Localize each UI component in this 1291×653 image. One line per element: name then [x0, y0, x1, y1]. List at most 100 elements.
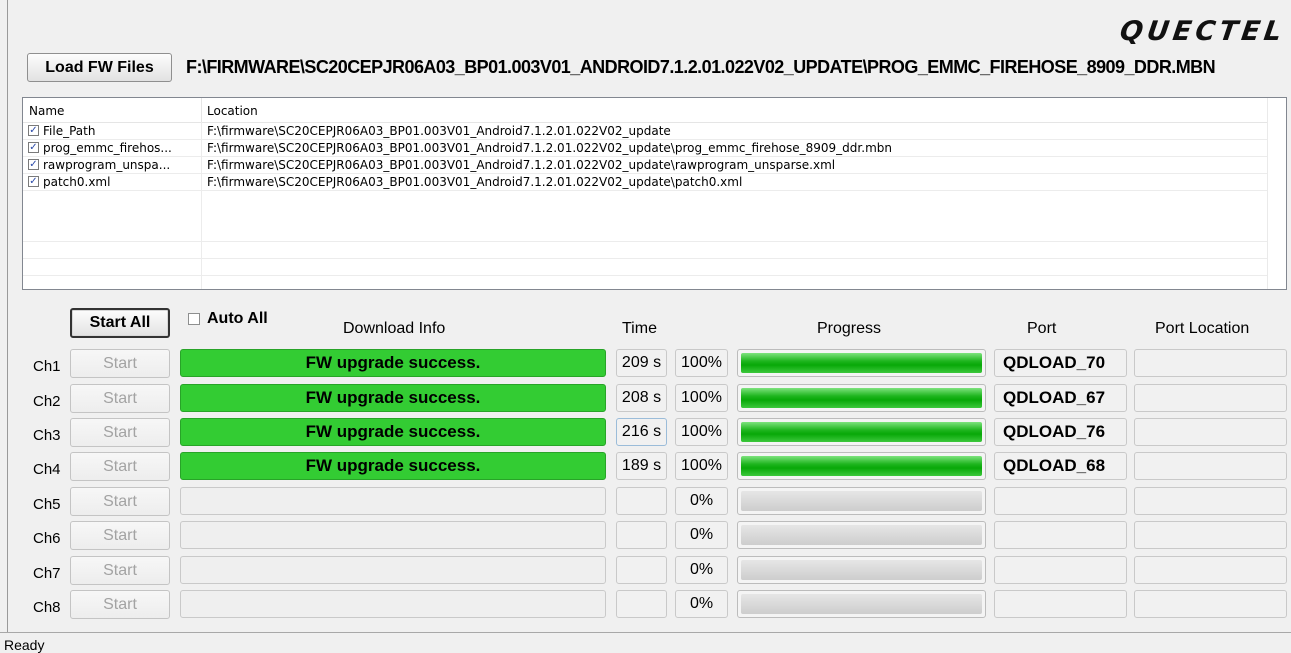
auto-all-label: Auto All: [207, 310, 268, 327]
channel-label: Ch3: [33, 427, 61, 444]
port-location-field: [1134, 384, 1287, 412]
file-location: F:\firmware\SC20CEPJR06A03_BP01.003V01_A…: [207, 158, 836, 172]
file-name: patch0.xml: [43, 175, 111, 189]
progress-fill: [741, 456, 982, 476]
progress-fill: [741, 388, 982, 408]
time-field: 216 s: [616, 418, 667, 446]
percent-field: 0%: [675, 487, 728, 515]
percent-field: 0%: [675, 521, 728, 549]
download-info-field: [180, 487, 606, 515]
download-info-field: FW upgrade success.: [180, 452, 606, 480]
header-progress: Progress: [817, 320, 882, 337]
time-field: [616, 487, 667, 515]
file-location: F:\firmware\SC20CEPJR06A03_BP01.003V01_A…: [207, 124, 671, 138]
file-checkbox[interactable]: ✓: [28, 176, 39, 187]
column-header-location[interactable]: Location: [207, 104, 258, 118]
channel-start-button[interactable]: Start: [70, 487, 170, 516]
window-border: [7, 0, 8, 632]
channel-start-button[interactable]: Start: [70, 521, 170, 550]
file-location: F:\firmware\SC20CEPJR06A03_BP01.003V01_A…: [207, 141, 892, 155]
download-info-field: [180, 590, 606, 618]
percent-field: 100%: [675, 384, 728, 412]
progress-bar: [737, 452, 986, 480]
file-list-row[interactable]: ✓ rawprogram_unspa... F:\firmware\SC20CEPJ…: [23, 158, 1268, 174]
file-list-scrollbar[interactable]: [1267, 98, 1286, 289]
channel-label: Ch5: [33, 496, 61, 513]
progress-bar: [737, 521, 986, 549]
port-field: QDLOAD_68: [994, 452, 1127, 480]
file-list-row[interactable]: ✓ patch0.xml F:\firmware\SC20CEPJR06A03_BP…: [23, 175, 1268, 191]
channel-label: Ch7: [33, 565, 61, 582]
time-field: [616, 521, 667, 549]
port-location-field: [1134, 418, 1287, 446]
percent-field: 100%: [675, 418, 728, 446]
channel-start-button[interactable]: Start: [70, 384, 170, 413]
header-download-info: Download Info: [343, 320, 446, 337]
channel-label: Ch1: [33, 358, 61, 375]
channel-start-button[interactable]: Start: [70, 418, 170, 447]
channel-label: Ch2: [33, 393, 61, 410]
auto-all-checkbox[interactable]: [188, 313, 200, 325]
column-header-name[interactable]: Name: [29, 104, 64, 118]
time-field: 208 s: [616, 384, 667, 412]
channel-label: Ch6: [33, 530, 61, 547]
load-fw-files-button[interactable]: Load FW Files: [27, 53, 172, 82]
file-name: File_Path: [43, 124, 96, 138]
port-field: QDLOAD_67: [994, 384, 1127, 412]
channel-start-button[interactable]: Start: [70, 452, 170, 481]
time-field: 209 s: [616, 349, 667, 377]
progress-bar: [737, 556, 986, 584]
channel-start-button[interactable]: Start: [70, 556, 170, 585]
header-port-location: Port Location: [1155, 320, 1250, 337]
progress-bar: [737, 487, 986, 515]
port-field: QDLOAD_76: [994, 418, 1127, 446]
percent-field: 0%: [675, 556, 728, 584]
quectel-logo: QUECTEL: [1117, 16, 1288, 47]
status-bar: Ready: [0, 632, 1291, 653]
port-field: QDLOAD_70: [994, 349, 1127, 377]
progress-bar: [737, 349, 986, 377]
port-location-field: [1134, 556, 1287, 584]
firmware-file-list[interactable]: Name Location ✓ File_Path F:\firmware\SC20…: [22, 97, 1287, 290]
firmware-path-label: F:\FIRMWARE\SC20CEPJR06A03_BP01.003V01_A…: [186, 57, 1216, 77]
time-field: [616, 590, 667, 618]
progress-bar: [737, 590, 986, 618]
file-checkbox[interactable]: ✓: [28, 142, 39, 153]
channel-start-button[interactable]: Start: [70, 349, 170, 378]
download-info-field: FW upgrade success.: [180, 349, 606, 377]
port-location-field: [1134, 452, 1287, 480]
header-port: Port: [1027, 320, 1057, 337]
port-location-field: [1134, 521, 1287, 549]
percent-field: 0%: [675, 590, 728, 618]
port-field: [994, 590, 1127, 618]
port-location-field: [1134, 349, 1287, 377]
file-checkbox[interactable]: ✓: [28, 159, 39, 170]
progress-fill: [741, 353, 982, 373]
progress-bar: [737, 418, 986, 446]
port-location-field: [1134, 487, 1287, 515]
header-time: Time: [622, 320, 657, 337]
file-list-header: Name Location: [23, 98, 1268, 123]
download-info-field: FW upgrade success.: [180, 384, 606, 412]
download-info-field: [180, 521, 606, 549]
port-field: [994, 556, 1127, 584]
channel-label: Ch4: [33, 461, 61, 478]
port-location-field: [1134, 590, 1287, 618]
percent-field: 100%: [675, 349, 728, 377]
file-list-row[interactable]: ✓ File_Path F:\firmware\SC20CEPJR06A03_BP0…: [23, 124, 1268, 140]
time-field: 189 s: [616, 452, 667, 480]
download-info-field: FW upgrade success.: [180, 418, 606, 446]
channel-start-button[interactable]: Start: [70, 590, 170, 619]
start-all-button[interactable]: Start All: [70, 308, 170, 338]
download-info-field: [180, 556, 606, 584]
port-field: [994, 487, 1127, 515]
channel-label: Ch8: [33, 599, 61, 616]
file-checkbox[interactable]: ✓: [28, 125, 39, 136]
port-field: [994, 521, 1127, 549]
file-name: prog_emmc_firehos...: [43, 141, 172, 155]
file-name: rawprogram_unspa...: [43, 158, 171, 172]
percent-field: 100%: [675, 452, 728, 480]
file-location: F:\firmware\SC20CEPJR06A03_BP01.003V01_A…: [207, 175, 743, 189]
time-field: [616, 556, 667, 584]
file-list-row[interactable]: ✓ prog_emmc_firehos... F:\firmware\SC20CEP…: [23, 141, 1268, 157]
